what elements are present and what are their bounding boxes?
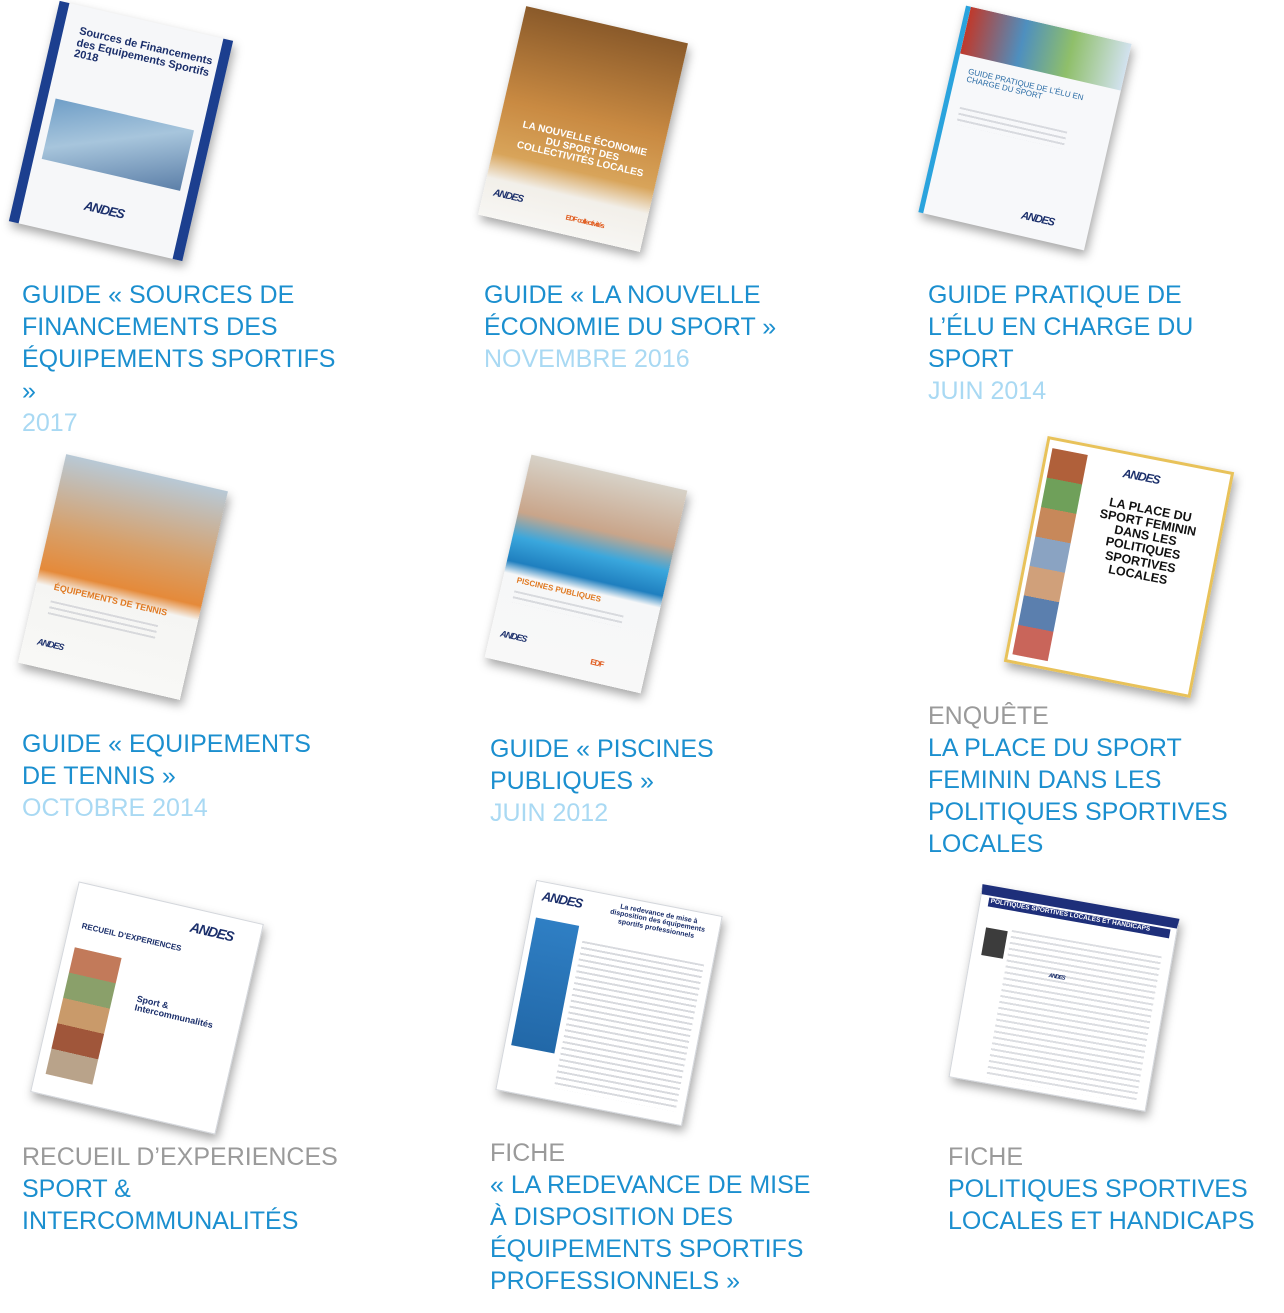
publication-title[interactable]: GUIDE « LA NOUVELLE ÉCONOMIE DU SPORT » xyxy=(484,279,804,343)
cover-photo-strip xyxy=(1012,448,1088,662)
publication-title[interactable]: POLITIQUES SPORTIVES LOCALES ET HANDICAP… xyxy=(948,1173,1278,1237)
cover-logo: ANDES xyxy=(492,187,524,206)
publication-title[interactable]: SPORT & INTERCOMMUNALITÉS xyxy=(22,1173,352,1237)
publication-cover[interactable]: GUIDE PRATIQUE DE L’ÉLU EN CHARGE DU SPO… xyxy=(918,5,1132,251)
publication-caption: GUIDE « EQUIPEMENTS DE TENNIS » OCTOBRE … xyxy=(22,728,352,824)
cover-text-lines xyxy=(985,929,1162,1105)
publication-caption: RECUEIL D’EXPERIENCES SPORT & INTERCOMMU… xyxy=(22,1141,352,1237)
cover-title: LA NOUVELLE ÉCONOMIE DU SPORT DES COLLEC… xyxy=(515,119,649,180)
publication-cover[interactable]: ANDES LA PLACE DU SPORT FEMININ DANS LES… xyxy=(1003,435,1235,699)
publication-caption: ENQUÊTE LA PLACE DU SPORT FEMININ DANS L… xyxy=(928,700,1258,860)
publication-type: ENQUÊTE xyxy=(928,702,1049,730)
cover-partner-logo: EDF collectivités xyxy=(564,214,605,231)
cover-subtitle: Sport & Intercommunalités xyxy=(133,993,214,1031)
cover-title: LA PLACE DU SPORT FEMININ DANS LES POLIT… xyxy=(1098,495,1198,587)
publication-caption: FICHE « LA REDEVANCE DE MISE À DISPOSITI… xyxy=(490,1137,820,1297)
publication-cover[interactable]: ANDES RECUEIL D’EXPERIENCES Sport & Inte… xyxy=(30,881,264,1135)
cover-logo: ANDES xyxy=(82,197,126,222)
publication-title[interactable]: GUIDE PRATIQUE DE L’ÉLU EN CHARGE DU SPO… xyxy=(928,279,1248,375)
cover-logo: ANDES xyxy=(188,918,236,945)
publication-type: FICHE xyxy=(948,1143,1023,1171)
publication-title[interactable]: GUIDE « PISCINES PUBLIQUES » xyxy=(490,733,810,797)
cover-photo xyxy=(41,98,195,191)
publication-date: NOVEMBRE 2016 xyxy=(484,345,690,373)
cover-logo: ANDES xyxy=(36,636,65,653)
publication-type: RECUEIL D’EXPERIENCES xyxy=(22,1143,338,1171)
publication-title[interactable]: LA PLACE DU SPORT FEMININ DANS LES POLIT… xyxy=(928,732,1258,860)
publication-cover[interactable]: LA NOUVELLE ÉCONOMIE DU SPORT DES COLLEC… xyxy=(478,6,688,252)
cover-text-lines xyxy=(553,940,705,1112)
cover-text-lines xyxy=(956,106,1068,150)
publication-date: OCTOBRE 2014 xyxy=(22,794,208,822)
cover-title: Sources de Financements des Equipements … xyxy=(72,25,214,79)
publication-cover[interactable]: Sources de Financements des Equipements … xyxy=(8,0,234,262)
cover-logo: ANDES xyxy=(1019,209,1056,229)
publication-caption: GUIDE « LA NOUVELLE ÉCONOMIE DU SPORT » … xyxy=(484,279,804,375)
cover-title: La redevance de mise à disposition des é… xyxy=(609,903,706,940)
publication-title[interactable]: « LA REDEVANCE DE MISE À DISPOSITION DES… xyxy=(490,1169,820,1297)
publication-cover[interactable]: ÉQUIPEMENTS DE TENNIS ANDES xyxy=(18,454,228,700)
cover-partner-logo: EDF xyxy=(589,657,605,670)
publication-caption: GUIDE « SOURCES DE FINANCEMENTS DES ÉQUI… xyxy=(22,279,352,439)
cover-logo: ANDES xyxy=(499,628,528,645)
publication-title[interactable]: GUIDE « SOURCES DE FINANCEMENTS DES ÉQUI… xyxy=(22,279,352,407)
publication-caption: GUIDE PRATIQUE DE L’ÉLU EN CHARGE DU SPO… xyxy=(928,279,1248,407)
publication-date: 2017 xyxy=(22,409,78,437)
cover-logo: ANDES xyxy=(1121,466,1161,487)
publication-type: FICHE xyxy=(490,1139,565,1167)
cover-portrait xyxy=(981,927,1008,959)
publication-caption: FICHE POLITIQUES SPORTIVES LOCALES ET HA… xyxy=(948,1141,1278,1237)
publication-date: JUIN 2012 xyxy=(490,799,609,827)
publication-cover[interactable]: ANDES La redevance de mise à disposition… xyxy=(495,879,723,1127)
publication-date: JUIN 2014 xyxy=(928,377,1047,405)
cover-logo: ANDES xyxy=(540,888,584,911)
publication-cover[interactable]: PISCINES PUBLIQUES ANDES EDF xyxy=(484,454,688,694)
publication-title[interactable]: GUIDE « EQUIPEMENTS DE TENNIS » xyxy=(22,728,352,792)
publication-caption: GUIDE « PISCINES PUBLIQUES » JUIN 2012 xyxy=(490,733,810,829)
cover-photo-strip xyxy=(45,947,122,1085)
publication-cover[interactable]: POLITIQUES SPORTIVES LOCALES ET HANDICAP… xyxy=(948,884,1180,1112)
